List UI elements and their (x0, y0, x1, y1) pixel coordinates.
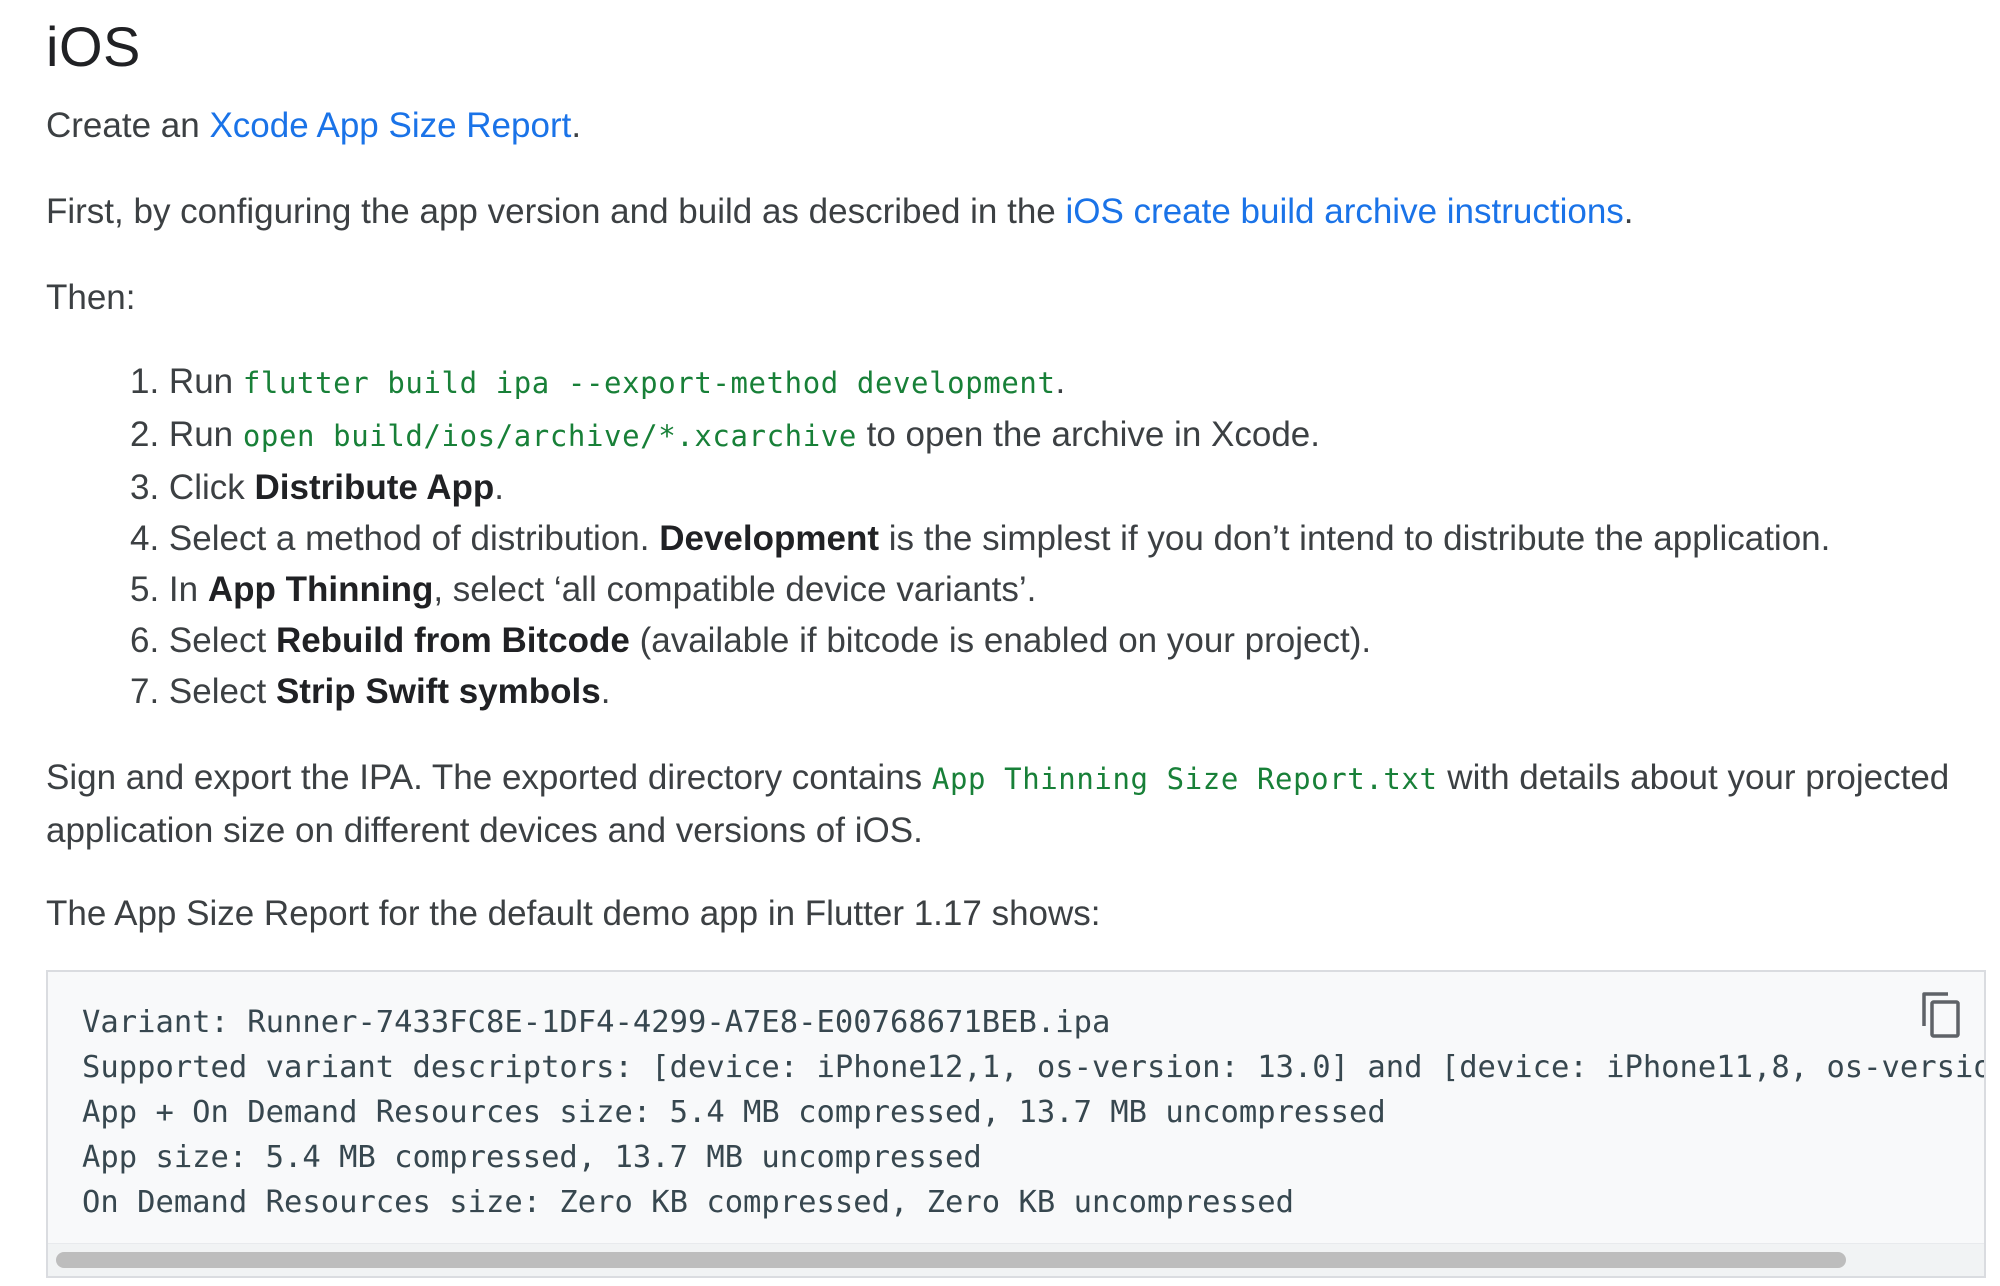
step-number: 3. (130, 468, 160, 507)
step-number: 2. (130, 415, 160, 454)
code-line: Supported variant descriptors: [device: … (82, 1050, 1986, 1085)
code-block: Variant: Runner-7433FC8E-1DF4-4299-A7E8-… (46, 970, 1986, 1278)
first-suffix: . (1623, 192, 1634, 231)
bold-term: Distribute App (254, 468, 495, 507)
code-line: App size: 5.4 MB compressed, 13.7 MB unc… (82, 1140, 982, 1175)
step-text: is the simplest if you don’t intend to d… (878, 519, 1831, 558)
code-line: Variant: Runner-7433FC8E-1DF4-4299-A7E8-… (82, 1005, 1111, 1040)
step-text: . (600, 672, 611, 711)
copy-button[interactable] (1918, 990, 1966, 1042)
inline-code: flutter build ipa --export-method develo… (242, 366, 1056, 400)
list-item: 2. Run open build/ios/archive/*.xcarchiv… (130, 409, 1830, 462)
inline-code: open build/ios/archive/*.xcarchive (242, 419, 857, 453)
step-text: . (494, 468, 505, 507)
bold-term: Rebuild from Bitcode (275, 621, 630, 660)
docs-page: iOS Create an Xcode App Size Report. Fir… (0, 0, 2000, 1286)
list-item: 5. In App Thinning, select ‘all compatib… (130, 564, 1830, 615)
step-text: to open the archive in Xcode. (856, 415, 1320, 454)
step-text: Select (159, 672, 276, 711)
step-text: Run (159, 362, 243, 401)
code-line: On Demand Resources size: Zero KB compre… (82, 1185, 1294, 1220)
step-text: (available if bitcode is enabled on your… (629, 621, 1372, 660)
sign-prefix: Sign and export the IPA. The exported di… (46, 758, 932, 797)
report-intro-paragraph: The App Size Report for the default demo… (46, 894, 1101, 933)
step-text: Click (159, 468, 255, 507)
step-text: Select (159, 621, 276, 660)
section-heading: iOS (46, 15, 141, 78)
step-number: 1. (130, 362, 160, 401)
first-paragraph: First, by configuring the app version an… (46, 186, 1634, 237)
then-paragraph: Then: (46, 278, 136, 317)
step-text: . (1055, 362, 1066, 401)
bold-term: Strip Swift symbols (275, 672, 601, 711)
bold-term: Development (659, 519, 879, 558)
sign-paragraph: Sign and export the IPA. The exported di… (46, 752, 1976, 856)
horizontal-scrollbar[interactable] (48, 1243, 1984, 1276)
step-number: 4. (130, 519, 160, 558)
step-number: 6. (130, 621, 160, 660)
intro-suffix: . (571, 106, 582, 145)
step-text: In (159, 570, 208, 609)
list-item: 6. Select Rebuild from Bitcode (availabl… (130, 615, 1830, 666)
list-item: 7. Select Strip Swift symbols. (130, 666, 1830, 717)
step-text: , select ‘all compatible device variants… (433, 570, 1037, 609)
code-content: Variant: Runner-7433FC8E-1DF4-4299-A7E8-… (82, 1000, 1986, 1225)
list-item: 1. Run flutter build ipa --export-method… (130, 356, 1830, 409)
ios-build-archive-instructions-link[interactable]: iOS create build archive instructions (1065, 192, 1623, 231)
copy-icon (1922, 992, 1960, 1038)
first-prefix: First, by configuring the app version an… (46, 192, 1066, 231)
inline-code: App Thinning Size Report.txt (931, 762, 1438, 796)
intro-prefix: Create an (46, 106, 210, 145)
list-item: 4. Select a method of distribution. Deve… (130, 513, 1830, 564)
step-text: Select a method of distribution. (159, 519, 660, 558)
code-line: App + On Demand Resources size: 5.4 MB c… (82, 1095, 1386, 1130)
xcode-app-size-report-link[interactable]: Xcode App Size Report (209, 106, 571, 145)
step-text: Run (159, 415, 243, 454)
scrollbar-thumb[interactable] (56, 1252, 1846, 1268)
step-number: 5. (130, 570, 160, 609)
list-item: 3. Click Distribute App. (130, 462, 1830, 513)
intro-paragraph: Create an Xcode App Size Report. (46, 100, 581, 151)
steps-list: 1. Run flutter build ipa --export-method… (130, 356, 1830, 717)
step-number: 7. (130, 672, 160, 711)
bold-term: App Thinning (207, 570, 434, 609)
